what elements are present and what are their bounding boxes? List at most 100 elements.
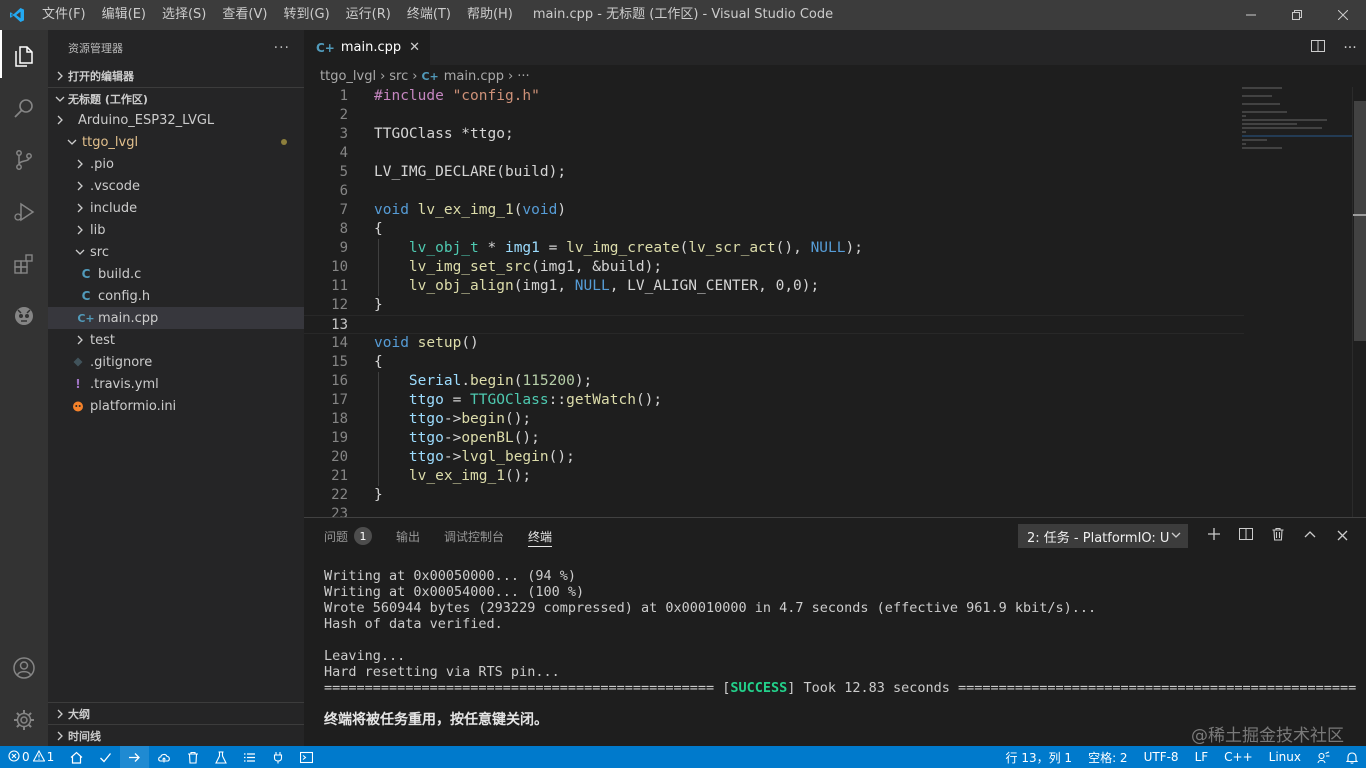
end-of-line[interactable]: LF [1187,746,1217,768]
extensions-icon[interactable] [0,238,48,290]
split-editor-icon[interactable] [1302,39,1334,57]
breadcrumb-item[interactable]: main.cpp [444,69,504,84]
menu-run[interactable]: 运行(R) [338,0,399,30]
tree-item-travis-yml[interactable]: ! .travis.yml [48,373,304,395]
tab-main-cpp[interactable]: C+ main.cpp ✕ [304,30,431,65]
close-window-button[interactable] [1320,0,1366,30]
more-actions-icon[interactable]: ··· [274,40,290,56]
more-actions-icon[interactable]: ··· [1334,40,1366,56]
explorer-icon[interactable] [0,30,48,82]
menu-file[interactable]: 文件(F) [34,0,94,30]
minimap[interactable] [1242,87,1352,167]
terminal-success-line: ========================================… [324,680,1357,696]
cursor-position[interactable]: 行 13，列 1 [998,746,1081,768]
pio-upload-arrow-icon[interactable] [120,746,150,768]
close-panel-icon[interactable] [1326,527,1358,545]
menu-terminal[interactable]: 终端(T) [399,0,459,30]
chevron-right-icon [52,112,68,128]
pio-test-flask-icon[interactable] [207,746,235,768]
new-terminal-icon[interactable] [1198,527,1230,545]
terminal-line: Writing at 0x00050000... (94 %) [324,568,576,584]
scrollbar-thumb[interactable] [1354,101,1366,341]
terminal-line: Writing at 0x00054000... (100 %) [324,584,585,600]
cpp-file-icon: C+ [421,69,439,83]
tree-item-label: include [90,200,138,216]
pio-upload-cloud-icon[interactable] [149,746,179,768]
notifications-bell-icon[interactable] [1338,746,1366,768]
breadcrumb: ttgo_lvgl › src › C+ main.cpp › ··· [304,65,1366,87]
open-editors-label: 打开的编辑器 [68,70,134,83]
tree-item-vscode[interactable]: .vscode [48,175,304,197]
tree-item-src[interactable]: src [48,241,304,263]
timeline-section[interactable]: 时间线 [48,724,304,746]
terminal-output[interactable]: Writing at 0x00050000... (94 %) Writing … [324,568,1356,728]
platformio-icon[interactable] [0,290,48,342]
chevron-right-icon [72,222,88,238]
pio-tasks-list-icon[interactable] [235,746,264,768]
tree-item-main-cpp[interactable]: C+ main.cpp [48,307,304,329]
code-line: 3 TTGOClass *ttgo; [339,126,514,142]
code-editor[interactable]: 1 #include "config.h" 2 3 TTGOClass *ttgo;… [304,87,1366,517]
tree-item-build-c[interactable]: C build.c [48,263,304,285]
close-tab-icon[interactable]: ✕ [409,40,420,55]
tree-item-lib[interactable]: lib [48,219,304,241]
tree-item-label: test [90,332,115,348]
chevron-right-icon: › [412,68,418,84]
language-mode[interactable]: C++ [1216,746,1261,768]
tree-item-config-h[interactable]: C config.h [48,285,304,307]
pio-build-check-icon[interactable] [91,746,120,768]
window-controls [1228,0,1366,30]
tree-item-include[interactable]: include [48,197,304,219]
pio-serial-monitor-plug-icon[interactable] [264,746,292,768]
workspace-section[interactable]: 无标题 (工作区) [48,87,304,109]
tree-item-platformio-ini[interactable]: platformio.ini [48,395,304,417]
tab-terminal[interactable]: 终端 [528,518,553,554]
tab-label: main.cpp [340,40,402,55]
menu-bar: 文件(F) 编辑(E) 选择(S) 查看(V) 转到(G) 运行(R) 终端(T… [34,0,521,30]
code-line: 20 ttgo->lvgl_begin(); [331,449,575,465]
code-line: 15{ [331,354,383,370]
feedback-icon[interactable] [1309,746,1338,768]
tree-item-test[interactable]: test [48,329,304,351]
menu-edit[interactable]: 编辑(E) [94,0,154,30]
tree-item-ttgo-lvgl[interactable]: ttgo_lvgl [48,131,304,153]
tree-item-pio[interactable]: .pio [48,153,304,175]
pio-home-icon[interactable] [62,746,91,768]
code-line-current: 13 [304,315,1244,334]
maximize-panel-icon[interactable] [1294,527,1326,545]
accounts-icon[interactable] [0,642,48,694]
breadcrumb-item[interactable]: src [389,69,408,84]
indentation[interactable]: 空格: 2 [1080,746,1136,768]
pio-clean-trash-icon[interactable] [179,746,207,768]
outline-section[interactable]: 大纲 [48,702,304,724]
breadcrumb-item[interactable]: ··· [517,69,529,84]
restore-button[interactable] [1274,0,1320,30]
run-debug-icon[interactable] [0,186,48,238]
source-control-icon[interactable] [0,134,48,186]
bottom-panel: 问题 1 输出 调试控制台 终端 2: 任务 - PlatformIO: U W… [304,517,1366,746]
open-editors-section[interactable]: 打开的编辑器 [48,65,304,87]
menu-help[interactable]: 帮助(H) [459,0,521,30]
tab-problems[interactable]: 问题 1 [324,518,373,554]
menu-selection[interactable]: 选择(S) [154,0,214,30]
menu-go[interactable]: 转到(G) [275,0,337,30]
problems-status[interactable]: 0 1 [0,746,62,768]
terminal-select-dropdown[interactable]: 2: 任务 - PlatformIO: U [1018,524,1188,548]
menu-view[interactable]: 查看(V) [214,0,275,30]
minimize-button[interactable] [1228,0,1274,30]
tab-debug-console[interactable]: 调试控制台 [444,518,504,554]
trash-icon[interactable] [1262,527,1294,545]
pio-terminal-icon[interactable] [292,746,321,768]
code-line: 1 #include "config.h" [339,88,540,104]
tree-item-gitignore[interactable]: .gitignore [48,351,304,373]
tree-item-arduino-esp32-lvgl[interactable]: Arduino_ESP32_LVGL [48,109,304,131]
platform[interactable]: Linux [1261,746,1309,768]
editor-scrollbar[interactable] [1352,87,1366,517]
search-icon[interactable] [0,82,48,134]
breadcrumb-item[interactable]: ttgo_lvgl [320,69,376,84]
encoding[interactable]: UTF-8 [1136,746,1187,768]
split-terminal-icon[interactable] [1230,527,1262,545]
manage-gear-icon[interactable] [0,694,48,746]
tree-item-label: build.c [98,266,142,282]
tab-output[interactable]: 输出 [396,518,420,554]
